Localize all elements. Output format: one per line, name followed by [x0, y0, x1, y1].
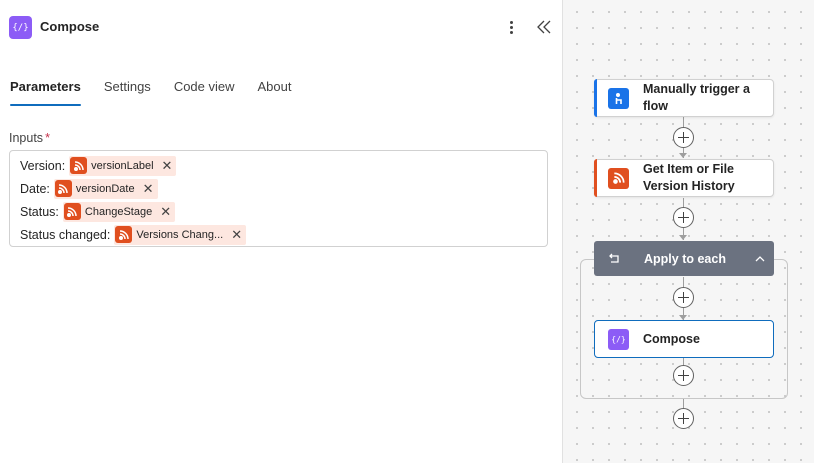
- add-icon[interactable]: [673, 365, 694, 386]
- dynamic-content-token[interactable]: ChangeStage ✕: [62, 201, 176, 222]
- compose-icon-glyph: {/}: [12, 22, 29, 33]
- loop-icon: [607, 252, 621, 266]
- close-icon[interactable]: ✕: [162, 159, 173, 172]
- dynamic-content-token[interactable]: Versions Chang... ✕: [114, 224, 247, 245]
- required-mark: *: [45, 131, 50, 145]
- input-row-label: Version:: [20, 158, 66, 173]
- input-row-date: Date: versionDate ✕: [20, 178, 158, 199]
- compose-icon: {/}: [608, 328, 629, 350]
- sharepoint-icon: [70, 157, 88, 174]
- sharepoint-icon: [115, 226, 133, 243]
- tab-parameters[interactable]: Parameters: [10, 79, 81, 107]
- tab-settings[interactable]: Settings: [104, 79, 151, 107]
- compose-card[interactable]: {/} Compose: [594, 320, 774, 358]
- close-icon[interactable]: ✕: [160, 205, 171, 218]
- connector-arrowhead: [679, 153, 687, 158]
- action-title: Get Item or File Version History: [643, 162, 735, 193]
- card-accent: [594, 159, 597, 197]
- add-icon[interactable]: [673, 127, 694, 148]
- double-chevron-left-icon[interactable]: [534, 16, 554, 38]
- inputs-label-text: Inputs: [9, 131, 44, 145]
- tab-code-view[interactable]: Code view: [174, 79, 235, 107]
- token-label: versionDate: [75, 182, 135, 195]
- add-icon[interactable]: [673, 408, 694, 429]
- close-icon[interactable]: ✕: [231, 228, 242, 241]
- add-icon[interactable]: [673, 287, 694, 308]
- token-label: Versions Chang...: [136, 228, 224, 241]
- input-row-label: Status:: [20, 204, 59, 219]
- token-label: versionLabel: [91, 159, 154, 172]
- compose-card-title: Compose: [643, 331, 700, 346]
- trigger-card[interactable]: Manually trigger a flow: [594, 79, 774, 117]
- panel-title: Compose: [40, 19, 100, 34]
- manual-trigger-icon: [608, 87, 629, 109]
- trigger-title: Manually trigger a flow: [643, 82, 750, 113]
- dynamic-content-token[interactable]: versionLabel ✕: [69, 155, 177, 176]
- token-label: ChangeStage: [84, 205, 153, 218]
- compose-icon-glyph: {/}: [611, 334, 626, 344]
- connector-arrowhead: [679, 235, 687, 240]
- input-row-version: Version: versionLabel ✕: [20, 155, 177, 176]
- get-version-history-card[interactable]: Get Item or File Version History: [594, 159, 774, 197]
- input-row-label: Date:: [20, 181, 50, 196]
- chevron-up-icon[interactable]: [754, 252, 766, 264]
- card-accent: [594, 79, 597, 117]
- dynamic-content-token[interactable]: versionDate ✕: [53, 178, 158, 199]
- apply-to-each-header[interactable]: Apply to each: [594, 241, 774, 276]
- apply-to-each-title: Apply to each: [644, 251, 726, 266]
- close-icon[interactable]: ✕: [143, 182, 154, 195]
- more-vertical-icon[interactable]: [503, 15, 519, 39]
- sharepoint-icon: [54, 180, 72, 197]
- sharepoint-icon: [63, 203, 81, 220]
- input-row-status-changed: Status changed: Versions Chang... ✕: [20, 224, 247, 245]
- input-row-status: Status: ChangeStage ✕: [20, 201, 176, 222]
- sharepoint-icon: [608, 167, 629, 189]
- action-details-panel: {/} Compose Parameters Settings Code vie…: [0, 0, 562, 463]
- tab-about[interactable]: About: [258, 79, 292, 107]
- inputs-editor[interactable]: Version: versionLabel ✕ Date: versionDat…: [9, 150, 548, 247]
- add-icon[interactable]: [673, 207, 694, 228]
- compose-icon: {/}: [9, 16, 32, 39]
- tab-list: Parameters Settings Code view About: [10, 79, 315, 109]
- inputs-label: Inputs *: [9, 131, 50, 145]
- input-row-label: Status changed:: [20, 227, 111, 242]
